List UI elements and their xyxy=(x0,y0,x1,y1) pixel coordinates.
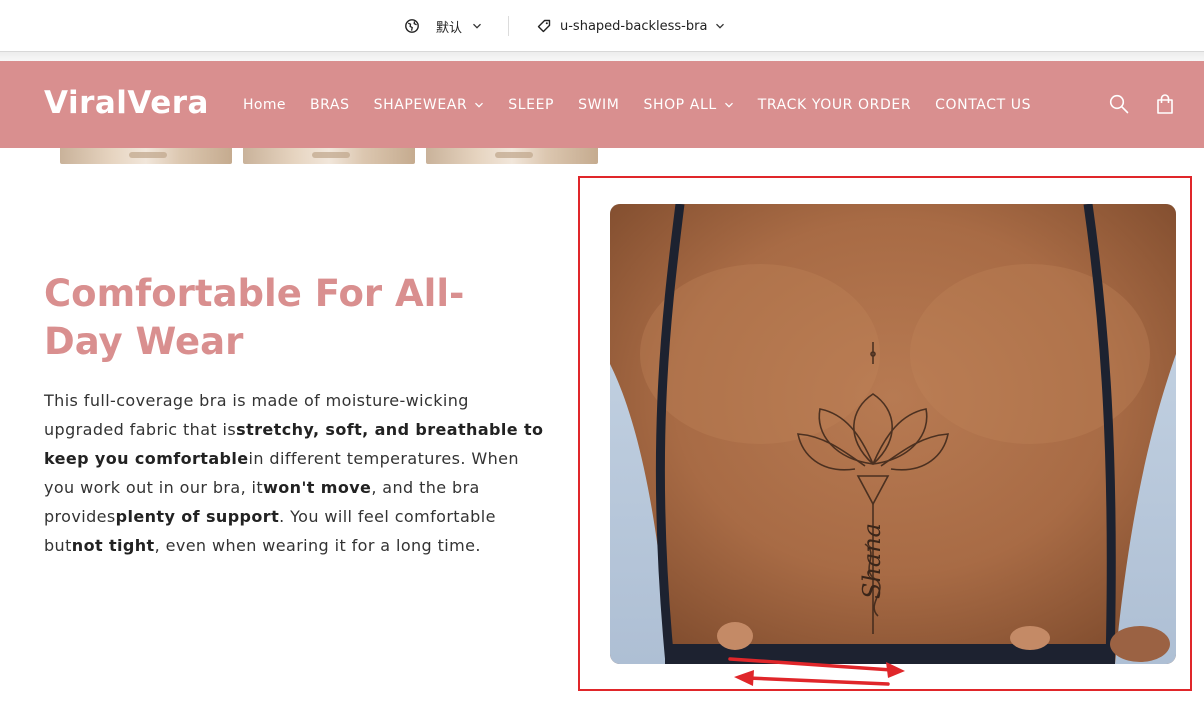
product-thumbnail[interactable] xyxy=(426,148,598,164)
tag-icon xyxy=(537,19,551,33)
nav-item-track-order[interactable]: TRACK YOUR ORDER xyxy=(758,97,911,113)
site-header: ViralVera Home BRAS SHAPEWEAR SLEEP SWIM… xyxy=(0,61,1204,148)
nav-label: TRACK YOUR ORDER xyxy=(757,97,912,113)
main-nav: Home BRAS SHAPEWEAR SLEEP SWIM SHOP ALL … xyxy=(243,95,1055,115)
product-selector[interactable]: u-shaped-backless-bra xyxy=(536,14,725,38)
nav-label: SWIM xyxy=(578,97,620,113)
search-icon[interactable] xyxy=(1108,93,1130,115)
nav-label: Home xyxy=(243,97,286,113)
nav-item-sleep[interactable]: SLEEP xyxy=(508,97,554,113)
nav-item-bras[interactable]: BRAS xyxy=(310,97,350,113)
bold-text: plenty of support xyxy=(115,507,280,526)
nav-item-shop-all[interactable]: SHOP ALL xyxy=(643,97,733,113)
product-thumbnails xyxy=(60,148,598,164)
nav-label: SHOP ALL xyxy=(643,97,717,113)
nav-item-shapewear[interactable]: SHAPEWEAR xyxy=(374,97,485,113)
nav-label: SHAPEWEAR xyxy=(373,97,468,113)
chevron-down-icon xyxy=(716,23,725,29)
nav-item-home[interactable]: Home xyxy=(243,97,286,113)
feature-description: This full-coverage bra is made of moistu… xyxy=(44,386,544,560)
bold-text: not tight xyxy=(71,536,155,555)
site-logo[interactable]: ViralVera xyxy=(44,85,209,121)
utility-bar: 默认 u-shaped-backless-bra xyxy=(0,0,1204,52)
nav-label: CONTACT US xyxy=(935,97,1032,113)
heading-line: Day Wear xyxy=(44,320,244,363)
nav-label: BRAS xyxy=(309,97,350,113)
selector-divider xyxy=(508,16,509,36)
annotation-arrows xyxy=(728,657,905,686)
bold-text: won't move xyxy=(263,478,372,497)
nav-item-contact[interactable]: CONTACT US xyxy=(935,97,1031,113)
cart-icon[interactable] xyxy=(1154,93,1176,115)
chevron-down-icon xyxy=(475,102,484,108)
feature-heading: Comfortable For All- Day Wear xyxy=(44,270,524,366)
globe-icon xyxy=(405,19,419,33)
nav-label: SLEEP xyxy=(508,97,555,113)
product-label: u-shaped-backless-bra xyxy=(560,18,708,34)
topbar-shadow xyxy=(0,52,1204,61)
text-segment: , even when wearing it for a long time. xyxy=(154,536,481,555)
product-thumbnail[interactable] xyxy=(60,148,232,164)
nav-item-swim[interactable]: SWIM xyxy=(578,97,619,113)
language-selector[interactable]: 默认 xyxy=(404,14,482,38)
header-actions xyxy=(1108,93,1176,115)
chevron-down-icon xyxy=(473,23,481,29)
product-thumbnail[interactable] xyxy=(243,148,415,164)
language-label: 默认 xyxy=(436,20,463,36)
annotation-frame xyxy=(578,176,1192,691)
heading-line: Comfortable For All- xyxy=(44,272,465,315)
chevron-down-icon xyxy=(724,102,733,108)
